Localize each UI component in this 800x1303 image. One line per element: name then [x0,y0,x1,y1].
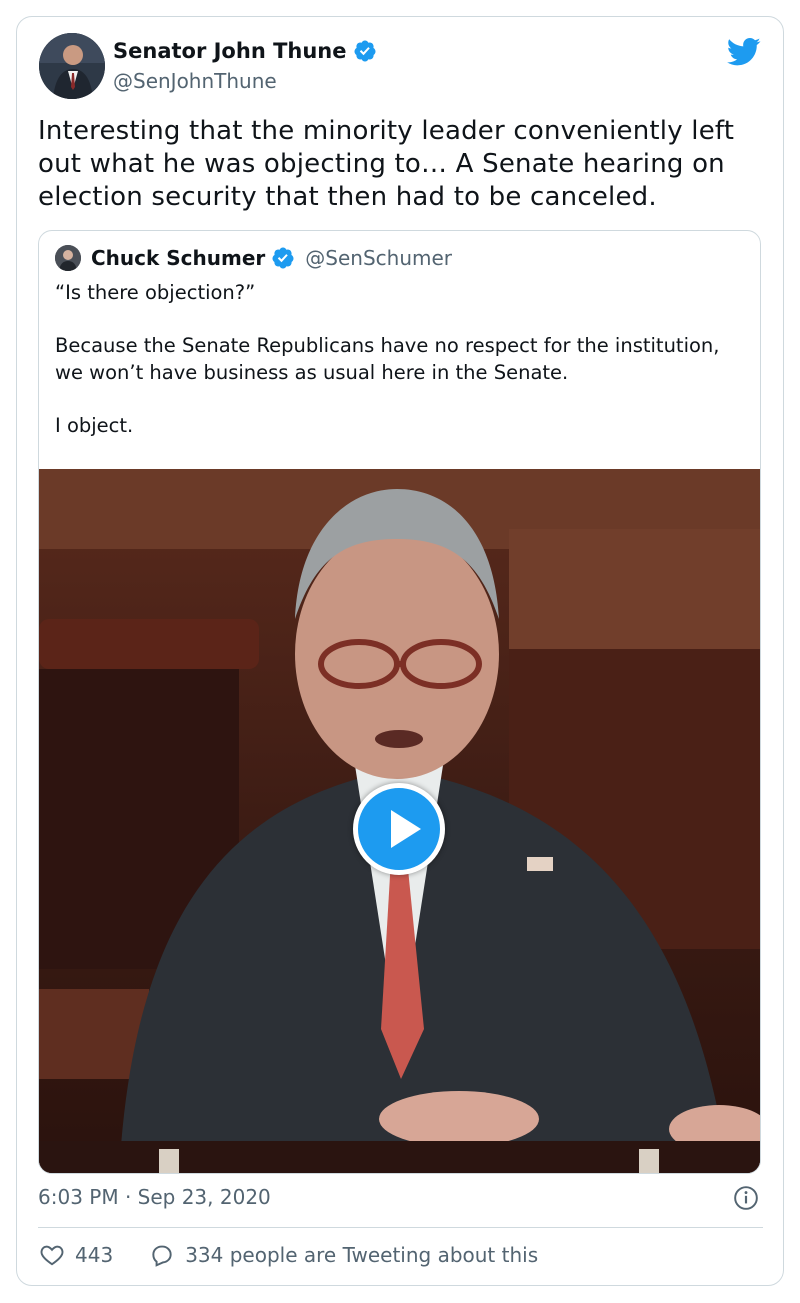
video-player[interactable] [39,469,760,1173]
twitter-bird-icon[interactable] [727,37,761,67]
verified-badge-icon [272,247,294,269]
quoted-tweet-header: Chuck Schumer @SenSchumer [55,245,452,271]
tweet-card: Senator John Thune @SenJohnThune Interes… [16,16,784,1286]
reply-bubble-icon [152,1245,172,1267]
info-icon[interactable] [733,1185,759,1211]
author-display-name[interactable]: Senator John Thune [113,39,347,63]
quoted-author-name: Chuck Schumer [91,246,266,270]
quoted-author-handle: @SenSchumer [305,246,453,270]
reply-action[interactable]: 334 people are Tweeting about this [149,1242,538,1268]
like-action[interactable]: 443 [39,1242,113,1268]
tweeting-about-label: 334 people are Tweeting about this [185,1243,539,1267]
like-count: 443 [75,1243,114,1267]
tweet-text: Interesting that the minority leader con… [38,116,735,212]
author-name-row: Senator John Thune [113,39,377,63]
quoted-paragraph: Because the Senate Republicans have no r… [55,334,720,384]
heart-icon [40,1245,64,1266]
quoted-author-avatar [55,245,81,271]
quoted-tweet[interactable]: Chuck Schumer @SenSchumer “Is there obje… [38,230,761,1174]
verified-badge-icon [353,40,375,62]
tweet-timestamp[interactable]: 6:03 PM · Sep 23, 2020 [38,1185,271,1209]
quoted-paragraph: “Is there objection?” [55,281,256,304]
play-icon[interactable] [353,783,445,875]
author-handle[interactable]: @SenJohnThune [113,69,277,93]
author-avatar[interactable] [39,33,105,99]
footer-divider [38,1227,763,1228]
quoted-tweet-text: “Is there objection?” Because the Senate… [55,279,745,439]
tweet-actions: 443 334 people are Tweeting about this [39,1242,538,1268]
quoted-paragraph: I object. [55,414,134,437]
